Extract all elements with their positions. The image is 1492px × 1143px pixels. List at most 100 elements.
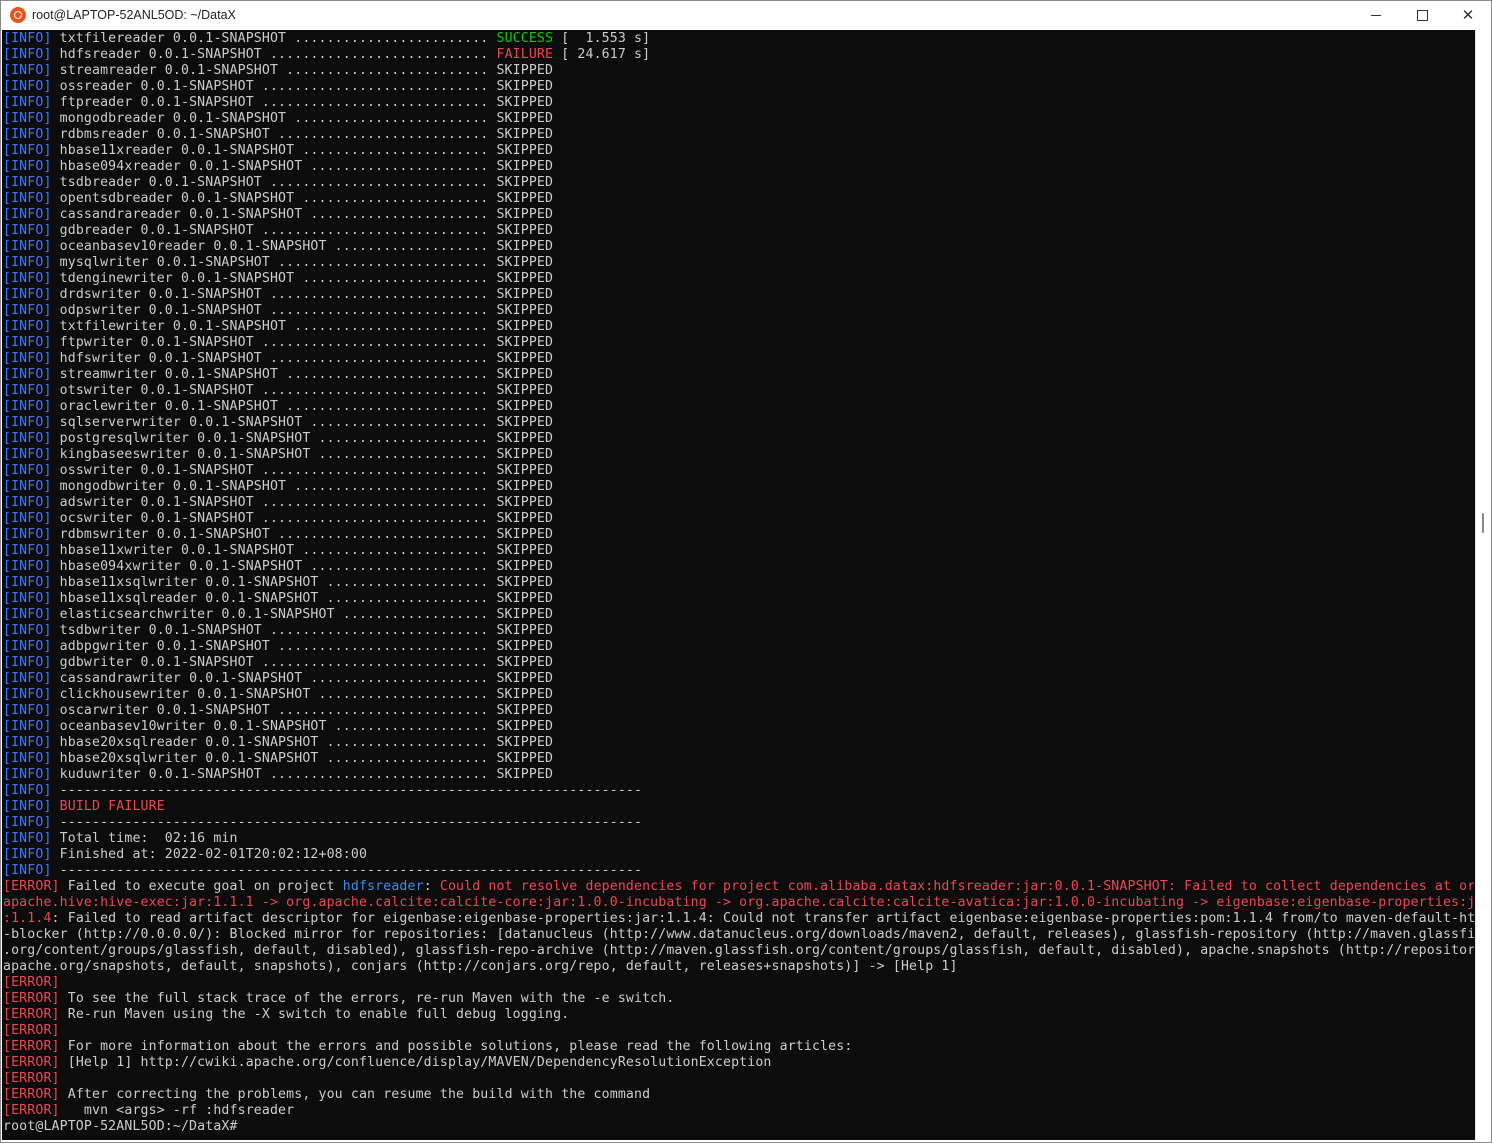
terminal-text-segment: [Help 1] http://cwiki.apache.org/conflue… (59, 1055, 772, 1070)
terminal-text-segment: ----------------------------------------… (51, 815, 643, 830)
vertical-scrollbar[interactable] (1475, 30, 1491, 1140)
terminal-line: [ERROR] For more information about the e… (3, 1039, 1474, 1055)
terminal-line: [INFO] hbase094xwriter 0.0.1-SNAPSHOT ..… (3, 559, 1474, 575)
terminal-output[interactable]: [INFO] txtfilereader 0.0.1-SNAPSHOT ....… (2, 30, 1475, 1140)
terminal-text-segment: mysqlwriter 0.0.1-SNAPSHOT .............… (51, 255, 554, 270)
terminal-text-segment: [INFO] (3, 735, 52, 750)
terminal-line: [INFO] cassandrawriter 0.0.1-SNAPSHOT ..… (3, 671, 1474, 687)
terminal-text-segment: hbase11xreader 0.0.1-SNAPSHOT ..........… (51, 143, 554, 158)
terminal-text-segment: opentsdbreader 0.0.1-SNAPSHOT ..........… (51, 191, 554, 206)
window-title: root@LAPTOP-52ANL5OD: ~/DataX (32, 8, 236, 22)
terminal-text-segment: oraclewriter 0.0.1-SNAPSHOT ............… (51, 399, 554, 414)
scrollbar-thumb[interactable] (1482, 513, 1484, 533)
close-button[interactable]: ✕ (1445, 1, 1491, 29)
terminal-text-segment: [INFO] (3, 671, 52, 686)
ubuntu-icon (10, 7, 26, 23)
terminal-line: [INFO] ---------------------------------… (3, 815, 1474, 831)
terminal-line: [INFO] hbase20xsqlreader 0.0.1-SNAPSHOT … (3, 735, 1474, 751)
terminal-line: [INFO] mongodbreader 0.0.1-SNAPSHOT ....… (3, 111, 1474, 127)
terminal-text-segment: [INFO] (3, 303, 52, 318)
terminal-line: root@LAPTOP-52ANL5OD:~/DataX# (3, 1119, 1474, 1135)
terminal-text-segment: FAILURE (496, 47, 554, 62)
terminal-text-segment: [INFO] (3, 463, 52, 478)
terminal-line: [INFO] streamreader 0.0.1-SNAPSHOT .....… (3, 63, 1474, 79)
terminal-window: root@LAPTOP-52ANL5OD: ~/DataX ✕ [INFO] t… (0, 0, 1492, 1143)
title-bar[interactable]: root@LAPTOP-52ANL5OD: ~/DataX ✕ (1, 1, 1491, 29)
terminal-text-segment: [INFO] (3, 255, 52, 270)
terminal-text-segment: [INFO] (3, 479, 52, 494)
terminal-line: [ERROR] To see the full stack trace of t… (3, 991, 1474, 1007)
terminal-text-segment: [INFO] (3, 815, 52, 830)
terminal-line: [INFO] oceanbasev10writer 0.0.1-SNAPSHOT… (3, 719, 1474, 735)
terminal-text-segment: rdbmswriter 0.0.1-SNAPSHOT .............… (51, 527, 554, 542)
terminal-line: [ERROR] Failed to execute goal on projec… (3, 879, 1474, 895)
terminal-text-segment: [ERROR] (3, 1007, 60, 1022)
terminal-line: apache.org/snapshots, default, snapshots… (3, 959, 1474, 975)
terminal-lines: [INFO] txtfilereader 0.0.1-SNAPSHOT ....… (3, 31, 1474, 1135)
terminal-line: [INFO] ftpreader 0.0.1-SNAPSHOT ........… (3, 95, 1474, 111)
terminal-text-segment: [INFO] (3, 127, 52, 142)
terminal-text-segment: [ERROR] (3, 1103, 60, 1118)
terminal-line: [INFO] hdfswriter 0.0.1-SNAPSHOT .......… (3, 351, 1474, 367)
terminal-text-segment: [INFO] (3, 239, 52, 254)
terminal-text-segment: ftpreader 0.0.1-SNAPSHOT ...............… (51, 95, 554, 110)
terminal-line: [ERROR] mvn <args> -rf :hdfsreader (3, 1103, 1474, 1119)
maximize-button[interactable] (1399, 1, 1445, 29)
terminal-text-segment: sqlserverwriter 0.0.1-SNAPSHOT .........… (51, 415, 554, 430)
terminal-line: [ERROR] (3, 975, 1474, 991)
terminal-line: [INFO] tdenginewriter 0.0.1-SNAPSHOT ...… (3, 271, 1474, 287)
terminal-text-segment: BUILD FAILURE (59, 799, 165, 814)
terminal-text-segment: hdfsreader (342, 879, 424, 894)
terminal-text-segment: hbase11xsqlwriter 0.0.1-SNAPSHOT .......… (51, 575, 554, 590)
terminal-text-segment: [INFO] (3, 175, 52, 190)
terminal-text-segment: oceanbasev10writer 0.0.1-SNAPSHOT ......… (51, 719, 554, 734)
terminal-line: [ERROR] After correcting the problems, y… (3, 1087, 1474, 1103)
terminal-text-segment: elasticsearchwriter 0.0.1-SNAPSHOT .....… (51, 607, 554, 622)
terminal-text-segment: [INFO] (3, 191, 52, 206)
terminal-line: [INFO] oraclewriter 0.0.1-SNAPSHOT .....… (3, 399, 1474, 415)
terminal-text-segment: [INFO] (3, 431, 52, 446)
terminal-text-segment: [INFO] (3, 351, 52, 366)
terminal-line: [INFO] adbpgwriter 0.0.1-SNAPSHOT ......… (3, 639, 1474, 655)
terminal-line: [INFO] streamwriter 0.0.1-SNAPSHOT .....… (3, 367, 1474, 383)
terminal-text-segment: For more information about the errors an… (59, 1039, 853, 1054)
terminal-line: [INFO] ftpwriter 0.0.1-SNAPSHOT ........… (3, 335, 1474, 351)
terminal-line: [INFO] osswriter 0.0.1-SNAPSHOT ........… (3, 463, 1474, 479)
terminal-text-segment: [INFO] (3, 623, 52, 638)
terminal-text-segment: [ 1.553 s] (553, 31, 651, 46)
terminal-text-segment: osswriter 0.0.1-SNAPSHOT ...............… (51, 463, 554, 478)
terminal-text-segment: [INFO] (3, 703, 52, 718)
terminal-text-segment: SUCCESS (496, 31, 554, 46)
terminal-text-segment: hbase094xreader 0.0.1-SNAPSHOT .........… (51, 159, 554, 174)
terminal-text-segment: mvn <args> -rf :hdfsreader (59, 1103, 295, 1118)
terminal-text-segment: [INFO] (3, 63, 52, 78)
terminal-line: [INFO] tsdbreader 0.0.1-SNAPSHOT .......… (3, 175, 1474, 191)
terminal-line: [INFO] opentsdbreader 0.0.1-SNAPSHOT ...… (3, 191, 1474, 207)
terminal-text-segment: oceanbasev10reader 0.0.1-SNAPSHOT ......… (51, 239, 554, 254)
terminal-text-segment: [INFO] (3, 335, 52, 350)
terminal-line: [INFO] rdbmsreader 0.0.1-SNAPSHOT ......… (3, 127, 1474, 143)
terminal-line: [INFO] hbase11xwriter 0.0.1-SNAPSHOT ...… (3, 543, 1474, 559)
terminal-text-segment: tsdbreader 0.0.1-SNAPSHOT ..............… (51, 175, 554, 190)
terminal-text-segment: txtfilereader 0.0.1-SNAPSHOT ...........… (51, 31, 497, 46)
terminal-line: [INFO] sqlserverwriter 0.0.1-SNAPSHOT ..… (3, 415, 1474, 431)
terminal-text-segment: ossreader 0.0.1-SNAPSHOT ...............… (51, 79, 554, 94)
terminal-line: [INFO] hbase11xreader 0.0.1-SNAPSHOT ...… (3, 143, 1474, 159)
terminal-text-segment: odpswriter 0.0.1-SNAPSHOT ..............… (51, 303, 554, 318)
terminal-text-segment: :1.1.4 (3, 911, 52, 926)
terminal-text-segment: .org/content/groups/glassfish, default, … (3, 943, 1474, 958)
terminal-text-segment: [ERROR] (3, 1039, 60, 1054)
terminal-line: [INFO] txtfilewriter 0.0.1-SNAPSHOT ....… (3, 319, 1474, 335)
terminal-text-segment: [INFO] (3, 223, 52, 238)
terminal-line: [INFO] clickhousewriter 0.0.1-SNAPSHOT .… (3, 687, 1474, 703)
terminal-text-segment: [INFO] (3, 847, 52, 862)
terminal-text-segment: [ERROR] (3, 1071, 60, 1086)
terminal-text-segment: -blocker (http://0.0.0.0/): Blocked mirr… (3, 927, 1474, 942)
terminal-text-segment: ----------------------------------------… (51, 863, 643, 878)
terminal-text-segment: [INFO] (3, 799, 52, 814)
terminal-text-segment: drdswriter 0.0.1-SNAPSHOT ..............… (51, 287, 554, 302)
terminal-text-segment: [ERROR] (3, 975, 60, 990)
terminal-line: [INFO] ---------------------------------… (3, 863, 1474, 879)
minimize-button[interactable] (1353, 1, 1399, 29)
terminal-text-segment: [INFO] (3, 863, 52, 878)
